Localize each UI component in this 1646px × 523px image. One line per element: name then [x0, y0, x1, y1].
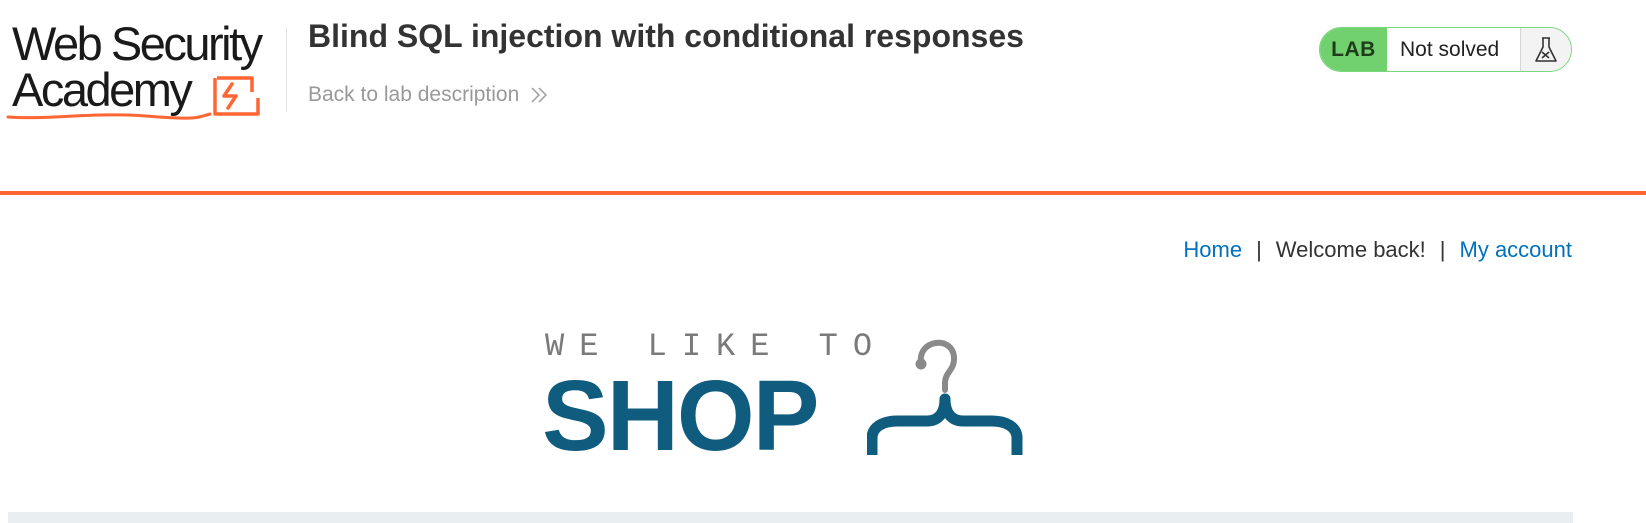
shop-top-links: Home | Welcome back! | My account	[1183, 236, 1572, 264]
content-area-top	[8, 512, 1573, 523]
nav-separator: |	[1256, 237, 1262, 262]
flask-icon	[1521, 28, 1571, 71]
home-link[interactable]: Home	[1183, 236, 1242, 264]
my-account-link[interactable]: My account	[1460, 236, 1573, 264]
shop-logo-tagline: WE LIKE TO	[545, 328, 888, 365]
hanger-icon	[867, 339, 1023, 455]
lab-title: Blind SQL injection with conditional res…	[308, 18, 1024, 54]
logo-underline	[6, 112, 212, 120]
lab-status-widget: LAB Not solved	[1319, 27, 1572, 72]
shop-logo-word: SHOP	[542, 360, 819, 472]
double-chevron-right-icon	[531, 87, 548, 103]
lab-header: Web Security Academy Blind SQL injection…	[0, 0, 1646, 190]
lab-status-text: Not solved	[1387, 28, 1521, 71]
logo-text-line-1: Web Security	[12, 17, 263, 70]
web-security-academy-logo[interactable]: Web Security Academy	[6, 20, 276, 122]
lab-badge: LAB	[1320, 28, 1387, 71]
shop-logo: WE LIKE TO SHOP	[542, 328, 1035, 466]
back-link-label: Back to lab description	[308, 83, 520, 106]
welcome-message: Welcome back!	[1275, 237, 1426, 262]
header-rule	[0, 191, 1646, 195]
back-to-lab-description-link[interactable]: Back to lab description	[308, 80, 549, 110]
header-divider	[286, 28, 287, 112]
nav-separator: |	[1439, 237, 1446, 262]
logo-mark-icon	[213, 76, 260, 116]
logo-text-line-2: Academy	[12, 63, 193, 116]
